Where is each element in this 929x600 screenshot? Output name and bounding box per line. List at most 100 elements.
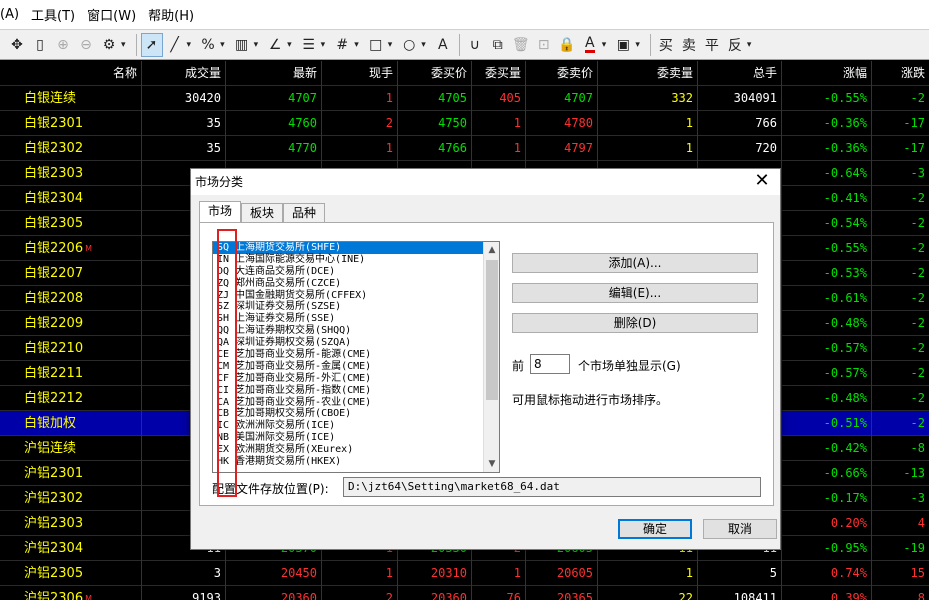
scroll-down-icon[interactable]: ▼ xyxy=(484,456,499,472)
percent-icon[interactable]: % xyxy=(197,33,219,57)
magnet-icon[interactable]: ∪ xyxy=(464,33,486,57)
market-list[interactable]: SQ 上海期货交易所(SHFE) IN 上海国际能源交易中心(INE) DQ 大连商… xyxy=(212,241,500,473)
zoom-out-icon[interactable]: ⊖ xyxy=(75,33,97,57)
front-count-input[interactable]: 8 xyxy=(530,354,570,374)
circle-icon[interactable]: ○ xyxy=(398,33,420,57)
list-item[interactable]: SQ 上海期货交易所(SHFE) xyxy=(213,242,499,254)
rect-icon[interactable]: □ xyxy=(365,33,387,57)
ok-button[interactable]: 确定 xyxy=(618,519,692,539)
list-item[interactable]: DQ 大连商品交易所(DCE) xyxy=(213,266,499,278)
list-item[interactable]: CB 芝加哥期权交易所(CBOE) xyxy=(213,408,499,420)
move-icon[interactable]: ✥ xyxy=(6,33,28,57)
header-name[interactable]: 名称 xyxy=(0,61,142,86)
table-row[interactable]: 白银2301 35 4760 2 4750 1 4780 1 766 -0.36% -17 xyxy=(0,111,929,136)
list-item[interactable]: QQ 上海证券期权交易(SHQQ) xyxy=(213,325,499,337)
table-row[interactable]: 白银2302 35 4770 1 4766 1 4797 1 720 -0.36% -17 xyxy=(0,136,929,161)
list-item[interactable]: QA 深圳证券期权交易(SZQA) xyxy=(213,337,499,349)
copy-icon[interactable]: ⧉ xyxy=(487,33,509,57)
hash-dropdown-icon[interactable]: ▾ xyxy=(354,40,359,50)
scroll-thumb[interactable] xyxy=(486,260,498,400)
level-icon[interactable]: ☰ xyxy=(298,33,320,57)
color-icon[interactable]: A xyxy=(579,33,601,57)
cell-name: 沪铝2302 xyxy=(0,486,142,511)
buy-button[interactable]: 买 xyxy=(655,33,677,57)
tab-sector[interactable]: 板块 xyxy=(241,203,284,223)
text-icon[interactable]: A xyxy=(432,33,454,57)
scroll-up-icon[interactable]: ▲ xyxy=(484,242,499,258)
table-row[interactable]: 沪铝2305 3 20450 1 20310 1 20605 1 5 0.74% 15 xyxy=(0,561,929,586)
list-item[interactable]: CA 芝加哥商业交易所-农业(CME) xyxy=(213,397,499,409)
cell-name: 白银2206 M xyxy=(0,236,142,261)
cell-hand: 2 xyxy=(322,586,398,600)
cursor-icon[interactable]: ➚ xyxy=(140,32,163,57)
lock-icon[interactable]: 🔒 xyxy=(556,33,578,57)
circle-dropdown-icon[interactable]: ▾ xyxy=(421,40,426,50)
list-item[interactable]: CE 芝加哥商业交易所-能源(CME) xyxy=(213,349,499,361)
header-bid[interactable]: 委买价 xyxy=(398,61,472,86)
list-item[interactable]: CM 芝加哥商业交易所-金属(CME) xyxy=(213,361,499,373)
list-item[interactable]: SZ 深圳证券交易所(SZSE) xyxy=(213,301,499,313)
config-path-field[interactable]: D:\jzt64\Setting\market68_64.dat xyxy=(343,477,761,497)
list-item[interactable]: ZQ 郑州商品交易所(CZCE) xyxy=(213,278,499,290)
cell-ask: 20605 xyxy=(526,561,598,586)
angle-dropdown-icon[interactable]: ▾ xyxy=(287,40,292,50)
edit-market-button[interactable]: 编辑(E)... xyxy=(512,283,758,303)
cell-name: 沪铝2306 M xyxy=(0,586,142,600)
line-dropdown-icon[interactable]: ▾ xyxy=(187,40,192,50)
table-row[interactable]: 白银连续 30420 4707 1 4705 405 4707 332 304091 -0.55%… xyxy=(0,86,929,111)
line-icon[interactable]: ╱ xyxy=(164,33,186,57)
list-item[interactable]: NB 美国洲际交易所(ICE) xyxy=(213,432,499,444)
save-icon[interactable]: ▣ xyxy=(612,33,634,57)
sell-button[interactable]: 卖 xyxy=(678,33,700,57)
list-item[interactable]: CF 芝加哥商业交易所-外汇(CME) xyxy=(213,373,499,385)
reverse-button[interactable]: 反 xyxy=(724,33,746,57)
save-dropdown-icon[interactable]: ▾ xyxy=(635,40,640,50)
gear-icon[interactable]: ⚙ xyxy=(98,33,120,57)
header-bid-vol[interactable]: 委买量 xyxy=(472,61,526,86)
cell-vol: 30420 xyxy=(142,86,226,111)
color-dropdown-icon[interactable]: ▾ xyxy=(602,40,607,50)
hash-icon[interactable]: # xyxy=(331,33,353,57)
close-icon[interactable]: ✕ xyxy=(752,171,772,191)
table-row[interactable]: 沪铝2306 M 9193 20360 2 20360 76 20365 22 108411 0.3… xyxy=(0,586,929,600)
list-item[interactable]: IC 欧洲洲际交易所(ICE) xyxy=(213,420,499,432)
header-hand[interactable]: 现手 xyxy=(322,61,398,86)
level-dropdown-icon[interactable]: ▾ xyxy=(321,40,326,50)
list-item[interactable]: SH 上海证券交易所(SSE) xyxy=(213,313,499,325)
tab-market[interactable]: 市场 xyxy=(199,201,242,223)
menu-item-tools[interactable]: 工具(T) xyxy=(31,5,75,24)
grid-dropdown-icon[interactable]: ▾ xyxy=(254,40,259,50)
tab-variety[interactable]: 品种 xyxy=(283,203,326,223)
header-pct[interactable]: 涨幅 xyxy=(782,61,872,86)
ruler-icon[interactable]: ▯ xyxy=(29,33,51,57)
lock-open-icon[interactable]: ⊡ xyxy=(533,33,555,57)
header-ask[interactable]: 委卖价 xyxy=(526,61,598,86)
list-item[interactable]: EX 欧洲期货交易所(XEurex) xyxy=(213,444,499,456)
list-item[interactable]: ZJ 中国金融期货交易所(CFFEX) xyxy=(213,290,499,302)
header-total[interactable]: 总手 xyxy=(698,61,782,86)
header-volume[interactable]: 成交量 xyxy=(142,61,226,86)
grid-icon[interactable]: ▥ xyxy=(231,33,253,57)
cell-pct: 0.20% xyxy=(782,511,872,536)
delete-market-button[interactable]: 删除(D) xyxy=(512,313,758,333)
market-list-scrollbar[interactable]: ▲ ▼ xyxy=(483,242,499,472)
close-position-button[interactable]: 平 xyxy=(701,33,723,57)
delete-icon[interactable]: 🗑 xyxy=(510,33,532,57)
rect-dropdown-icon[interactable]: ▾ xyxy=(388,40,393,50)
list-item[interactable]: IN 上海国际能源交易中心(INE) xyxy=(213,254,499,266)
list-item[interactable]: HK 香港期货交易所(HKEX) xyxy=(213,456,499,468)
menu-item-help[interactable]: 帮助(H) xyxy=(148,5,194,24)
zoom-in-icon[interactable]: ⊕ xyxy=(52,33,74,57)
trade-dropdown-icon[interactable]: ▾ xyxy=(747,40,752,50)
list-item[interactable]: CI 芝加哥商业交易所-指数(CME) xyxy=(213,385,499,397)
cancel-button[interactable]: 取消 xyxy=(703,519,777,539)
header-change[interactable]: 涨跌 xyxy=(872,61,929,86)
percent-dropdown-icon[interactable]: ▾ xyxy=(220,40,225,50)
menu-item-window[interactable]: 窗口(W) xyxy=(87,5,136,24)
add-market-button[interactable]: 添加(A)... xyxy=(512,253,758,273)
menu-item-a[interactable]: (A) xyxy=(0,7,19,22)
gear-dropdown-icon[interactable]: ▾ xyxy=(121,40,126,50)
header-last[interactable]: 最新 xyxy=(226,61,322,86)
angle-icon[interactable]: ∠ xyxy=(264,33,286,57)
header-ask-vol[interactable]: 委卖量 xyxy=(598,61,698,86)
